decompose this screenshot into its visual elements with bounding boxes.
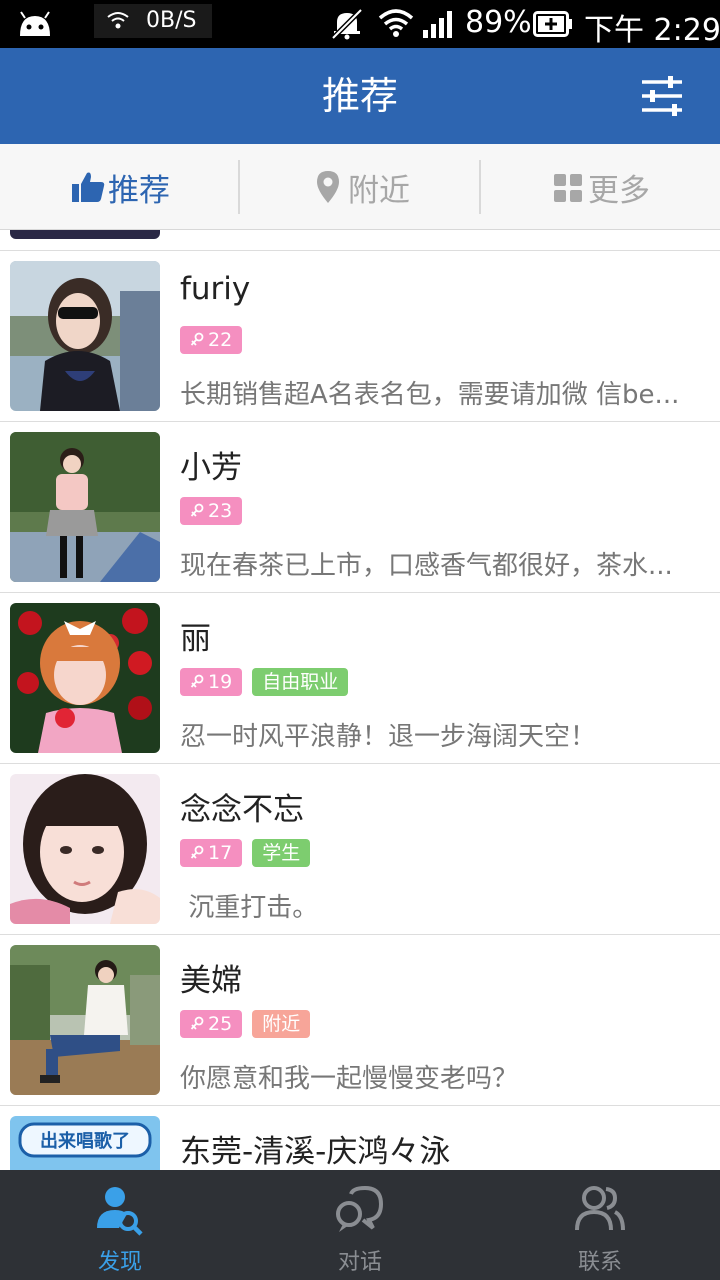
- badge-group: 17 学生: [180, 839, 311, 867]
- tab-more[interactable]: 更多: [480, 144, 720, 230]
- nearby-badge: 附近: [252, 1010, 311, 1038]
- age-value: 17: [208, 842, 233, 864]
- user-signature: 你愿意和我一起慢慢变老吗？: [180, 1064, 519, 1094]
- nav-contacts-label: 联系: [577, 1250, 622, 1275]
- list-item[interactable]: 丽 19 自由职业 忍一时风平浪静！退一步海阔天空！: [0, 593, 720, 764]
- list-item[interactable]: 出来唱歌了 东莞-清溪-庆鸿々泳: [0, 1106, 720, 1170]
- bottom-navigation: 发现 对话 联系: [0, 1170, 720, 1280]
- occupation-badge: 自由职业: [252, 668, 349, 696]
- user-signature: 沉重打击。: [180, 893, 319, 923]
- grid-icon: [554, 174, 582, 202]
- nav-discover-label: 发现: [97, 1250, 142, 1275]
- app-header: 推荐: [0, 48, 720, 144]
- user-name: 小芳: [180, 450, 242, 486]
- badge-group: 19 自由职业: [180, 668, 349, 696]
- age-badge: 25: [180, 1010, 243, 1038]
- wifi-icon: [378, 9, 414, 37]
- avatar[interactable]: [10, 774, 160, 924]
- female-symbol-icon: [190, 1016, 204, 1030]
- network-speed: 0B/S: [146, 8, 197, 33]
- thumbs-up-icon: [72, 172, 105, 202]
- user-name: 美嫦: [180, 963, 242, 999]
- avatar[interactable]: [10, 261, 160, 411]
- nav-chat[interactable]: 对话: [240, 1170, 480, 1280]
- user-signature: 现在春茶已上市，口感香气都很好，茶水...: [180, 551, 673, 581]
- battery-icon: [533, 11, 572, 37]
- nav-discover[interactable]: 发现: [0, 1170, 240, 1280]
- age-value: 25: [208, 1013, 233, 1035]
- age-badge: 22: [180, 326, 243, 354]
- partial-avatar: [10, 230, 160, 239]
- list-item[interactable]: furiy 22 长期销售超A名表名包，需要请加微 信be...: [0, 251, 720, 422]
- female-symbol-icon: [190, 503, 204, 517]
- silent-mode-icon: [331, 8, 363, 40]
- avatar[interactable]: [10, 945, 160, 1095]
- status-bar: 0B/S 89% 下午 2:29: [0, 0, 720, 48]
- location-pin-icon: [317, 171, 339, 203]
- contacts-icon: [575, 1186, 625, 1231]
- user-signature: 忍一时风平浪静！退一步海阔天空！: [180, 722, 597, 752]
- discover-person-search-icon: [97, 1187, 143, 1236]
- thumb-caption: 出来唱歌了: [40, 1130, 130, 1152]
- signal-icon: [423, 11, 452, 38]
- battery-percent: 89%: [465, 5, 532, 40]
- age-badge: 23: [180, 497, 243, 525]
- android-icon: [20, 11, 50, 36]
- tab-more-label: 更多: [588, 172, 650, 209]
- filter-settings-button[interactable]: [634, 70, 690, 122]
- female-symbol-icon: [190, 332, 204, 346]
- badge-group: 25 附近: [180, 1010, 311, 1038]
- age-value: 23: [208, 500, 233, 522]
- badge-group: 23: [180, 497, 243, 525]
- avatar[interactable]: [10, 603, 160, 753]
- tab-nearby-label: 附近: [348, 172, 410, 209]
- nav-chat-label: 对话: [337, 1250, 382, 1275]
- tab-recommend-label: 推荐: [108, 172, 170, 209]
- tab-recommend[interactable]: 推荐: [0, 144, 240, 230]
- list-item[interactable]: 小芳 23 现在春茶已上市，口感香气都很好，茶水...: [0, 422, 720, 593]
- chat-bubbles-icon: [336, 1185, 384, 1232]
- user-name: 念念不忘: [180, 792, 304, 828]
- avatar[interactable]: 出来唱歌了: [10, 1116, 160, 1170]
- age-badge: 17: [180, 839, 243, 867]
- nav-contacts[interactable]: 联系: [480, 1170, 720, 1280]
- avatar[interactable]: [10, 432, 160, 582]
- female-symbol-icon: [190, 845, 204, 859]
- list-item[interactable]: 念念不忘 17 学生 沉重打击。: [0, 764, 720, 935]
- user-name: furiy: [180, 271, 251, 307]
- user-name: 丽: [180, 621, 211, 657]
- age-badge: 19: [180, 668, 243, 696]
- age-value: 19: [208, 671, 233, 693]
- age-value: 22: [208, 329, 233, 351]
- badge-group: 22: [180, 326, 243, 354]
- occupation-badge: 学生: [252, 839, 311, 867]
- user-signature: 长期销售超A名表名包，需要请加微 信be...: [180, 380, 680, 410]
- wifi-small-icon: [107, 12, 129, 29]
- user-name: 东莞-清溪-庆鸿々泳: [180, 1134, 451, 1170]
- list-item[interactable]: 美嫦 25 附近 你愿意和我一起慢慢变老吗？: [0, 935, 720, 1106]
- clock: 下午 2:29: [584, 13, 720, 48]
- category-tabs: 推荐 附近 更多: [0, 144, 720, 230]
- user-list[interactable]: furiy 22 长期销售超A名表名包，需要请加微 信be... 小芳 23 现…: [0, 230, 720, 1170]
- tab-nearby[interactable]: 附近: [240, 144, 480, 230]
- female-symbol-icon: [190, 674, 204, 688]
- page-title: 推荐: [321, 74, 398, 118]
